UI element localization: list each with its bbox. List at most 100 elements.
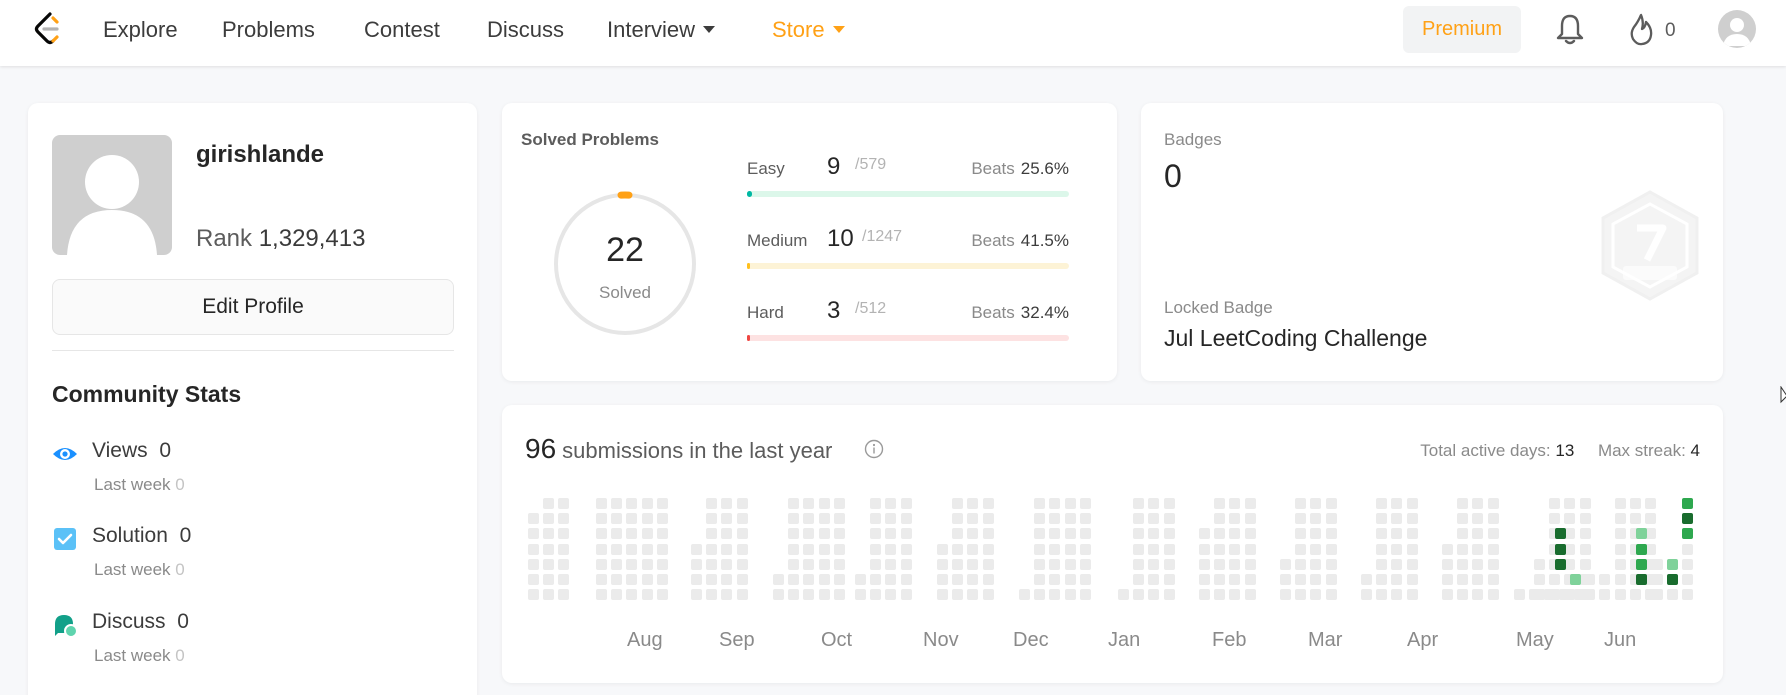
heatmap-day-cell[interactable]: [803, 498, 814, 509]
heatmap-day-cell[interactable]: [596, 559, 607, 570]
heatmap-day-cell[interactable]: [967, 559, 978, 570]
heatmap-day-cell[interactable]: [1564, 513, 1575, 524]
heatmap-day-cell[interactable]: [626, 498, 637, 509]
heatmap-day-cell[interactable]: [642, 589, 653, 600]
heatmap-day-cell[interactable]: [528, 513, 539, 524]
heatmap-day-cell[interactable]: [737, 574, 748, 585]
heatmap-day-cell[interactable]: [967, 589, 978, 600]
heatmap-day-cell[interactable]: [1229, 498, 1240, 509]
heatmap-day-cell[interactable]: [706, 559, 717, 570]
heatmap-day-cell[interactable]: [691, 589, 702, 600]
heatmap-day-cell[interactable]: [788, 574, 799, 585]
heatmap-day-cell[interactable]: [983, 589, 994, 600]
heatmap-day-cell[interactable]: [1599, 574, 1610, 585]
heatmap-day-cell[interactable]: [626, 589, 637, 600]
heatmap-day-cell[interactable]: [967, 498, 978, 509]
heatmap-day-cell[interactable]: [1310, 544, 1321, 555]
heatmap-day-cell[interactable]: [855, 574, 866, 585]
heatmap-day-cell[interactable]: [870, 559, 881, 570]
heatmap-day-cell[interactable]: [596, 574, 607, 585]
heatmap-day-cell[interactable]: [1148, 513, 1159, 524]
heatmap-day-cell[interactable]: [901, 574, 912, 585]
heatmap-day-cell[interactable]: [657, 513, 668, 524]
heatmap-day-cell[interactable]: [1391, 589, 1402, 600]
heatmap-day-cell[interactable]: [1652, 574, 1663, 585]
heatmap-day-cell[interactable]: [1065, 513, 1076, 524]
heatmap-day-cell[interactable]: [1472, 559, 1483, 570]
heatmap-day-cell[interactable]: [691, 559, 702, 570]
heatmap-day-cell[interactable]: [1049, 589, 1060, 600]
heatmap-day-cell[interactable]: [1199, 528, 1210, 539]
heatmap-day-cell[interactable]: [1229, 589, 1240, 600]
heatmap-day-cell[interactable]: [1133, 498, 1144, 509]
heatmap-day-cell[interactable]: [1442, 544, 1453, 555]
heatmap-day-cell[interactable]: [1295, 498, 1306, 509]
heatmap-day-cell[interactable]: [1133, 559, 1144, 570]
heatmap-day-cell[interactable]: [596, 498, 607, 509]
nav-explore[interactable]: Explore: [103, 17, 178, 43]
heatmap-day-cell[interactable]: [1682, 589, 1693, 600]
heatmap-day-cell[interactable]: [983, 498, 994, 509]
heatmap-day-cell[interactable]: [1615, 528, 1626, 539]
heatmap-day-cell[interactable]: [803, 574, 814, 585]
heatmap-day-cell[interactable]: [1245, 528, 1256, 539]
heatmap-day-cell[interactable]: [1391, 559, 1402, 570]
heatmap-day-cell[interactable]: [901, 559, 912, 570]
heatmap-day-cell[interactable]: [1148, 574, 1159, 585]
heatmap-day-cell[interactable]: [1199, 544, 1210, 555]
heatmap-day-cell[interactable]: [1034, 589, 1045, 600]
heatmap-day-cell[interactable]: [721, 513, 732, 524]
heatmap-day-cell[interactable]: [952, 559, 963, 570]
heatmap-day-cell[interactable]: [642, 559, 653, 570]
heatmap-day-cell[interactable]: [1326, 528, 1337, 539]
heatmap-day-cell[interactable]: [737, 559, 748, 570]
heatmap-day-cell[interactable]: [1295, 544, 1306, 555]
heatmap-day-cell[interactable]: [642, 513, 653, 524]
heatmap-day-cell[interactable]: [611, 589, 622, 600]
heatmap-day-cell[interactable]: [1488, 544, 1499, 555]
heatmap-day-cell[interactable]: [1376, 574, 1387, 585]
heatmap-day-cell[interactable]: [1580, 544, 1591, 555]
heatmap-day-cell-active[interactable]: [1667, 574, 1678, 585]
heatmap-day-cell[interactable]: [1488, 513, 1499, 524]
heatmap-day-cell[interactable]: [1310, 528, 1321, 539]
heatmap-day-cell[interactable]: [1549, 498, 1560, 509]
heatmap-day-cell[interactable]: [885, 574, 896, 585]
heatmap-day-cell[interactable]: [1549, 574, 1560, 585]
heatmap-day-cell[interactable]: [657, 544, 668, 555]
heatmap-day-cell[interactable]: [1199, 589, 1210, 600]
heatmap-day-cell[interactable]: [1280, 559, 1291, 570]
heatmap-day-cell[interactable]: [1214, 544, 1225, 555]
heatmap-day-cell[interactable]: [528, 589, 539, 600]
nav-store[interactable]: Store: [772, 17, 845, 43]
heatmap-day-cell[interactable]: [773, 574, 784, 585]
heatmap-day-cell[interactable]: [819, 559, 830, 570]
heatmap-day-cell[interactable]: [657, 498, 668, 509]
heatmap-day-cell[interactable]: [1488, 498, 1499, 509]
heatmap-day-cell[interactable]: [1534, 574, 1545, 585]
heatmap-day-cell[interactable]: [1549, 513, 1560, 524]
heatmap-day-cell[interactable]: [1229, 574, 1240, 585]
heatmap-day-cell[interactable]: [558, 513, 569, 524]
heatmap-day-cell[interactable]: [737, 589, 748, 600]
heatmap-day-cell[interactable]: [1080, 589, 1091, 600]
heatmap-day-cell[interactable]: [1280, 589, 1291, 600]
heatmap-day-cell[interactable]: [870, 574, 881, 585]
heatmap-day-cell[interactable]: [657, 574, 668, 585]
heatmap-day-cell[interactable]: [1229, 559, 1240, 570]
heatmap-day-cell[interactable]: [1574, 589, 1585, 600]
heatmap-day-cell[interactable]: [706, 513, 717, 524]
bell-icon[interactable]: [1554, 12, 1586, 46]
heatmap-day-cell[interactable]: [543, 498, 554, 509]
heatmap-day-cell[interactable]: [855, 589, 866, 600]
heatmap-day-cell-active[interactable]: [1667, 559, 1678, 570]
heatmap-day-cell[interactable]: [1049, 574, 1060, 585]
heatmap-day-cell[interactable]: [642, 528, 653, 539]
heatmap-day-cell[interactable]: [1488, 528, 1499, 539]
heatmap-day-cell-active[interactable]: [1636, 559, 1647, 570]
heatmap-day-cell[interactable]: [1049, 544, 1060, 555]
heatmap-day-cell[interactable]: [1472, 544, 1483, 555]
heatmap-day-cell[interactable]: [1391, 544, 1402, 555]
heatmap-day-cell[interactable]: [558, 498, 569, 509]
heatmap-day-cell[interactable]: [1376, 528, 1387, 539]
